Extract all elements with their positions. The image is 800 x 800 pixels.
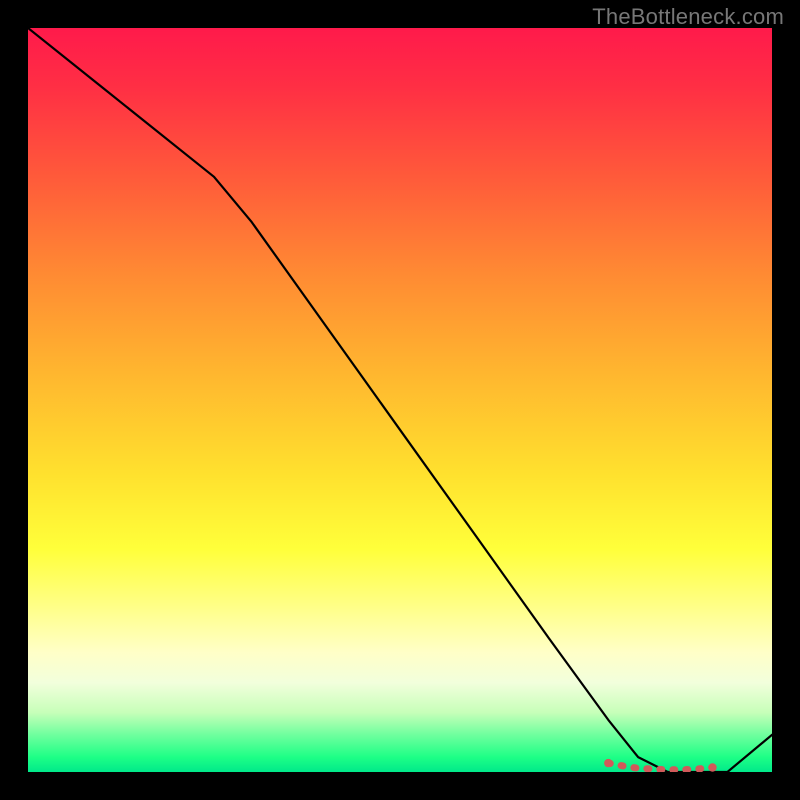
optimal-range-path (608, 763, 712, 770)
optimal-range-start-dot (604, 759, 612, 767)
optimal-range-end-dot (708, 763, 716, 771)
optimal-range-markers (604, 759, 717, 772)
watermark-text: TheBottleneck.com (592, 4, 784, 30)
chart-overlay (28, 28, 772, 772)
bottleneck-curve-path (28, 28, 772, 772)
plot-area (28, 28, 772, 772)
chart-frame: TheBottleneck.com (0, 0, 800, 800)
